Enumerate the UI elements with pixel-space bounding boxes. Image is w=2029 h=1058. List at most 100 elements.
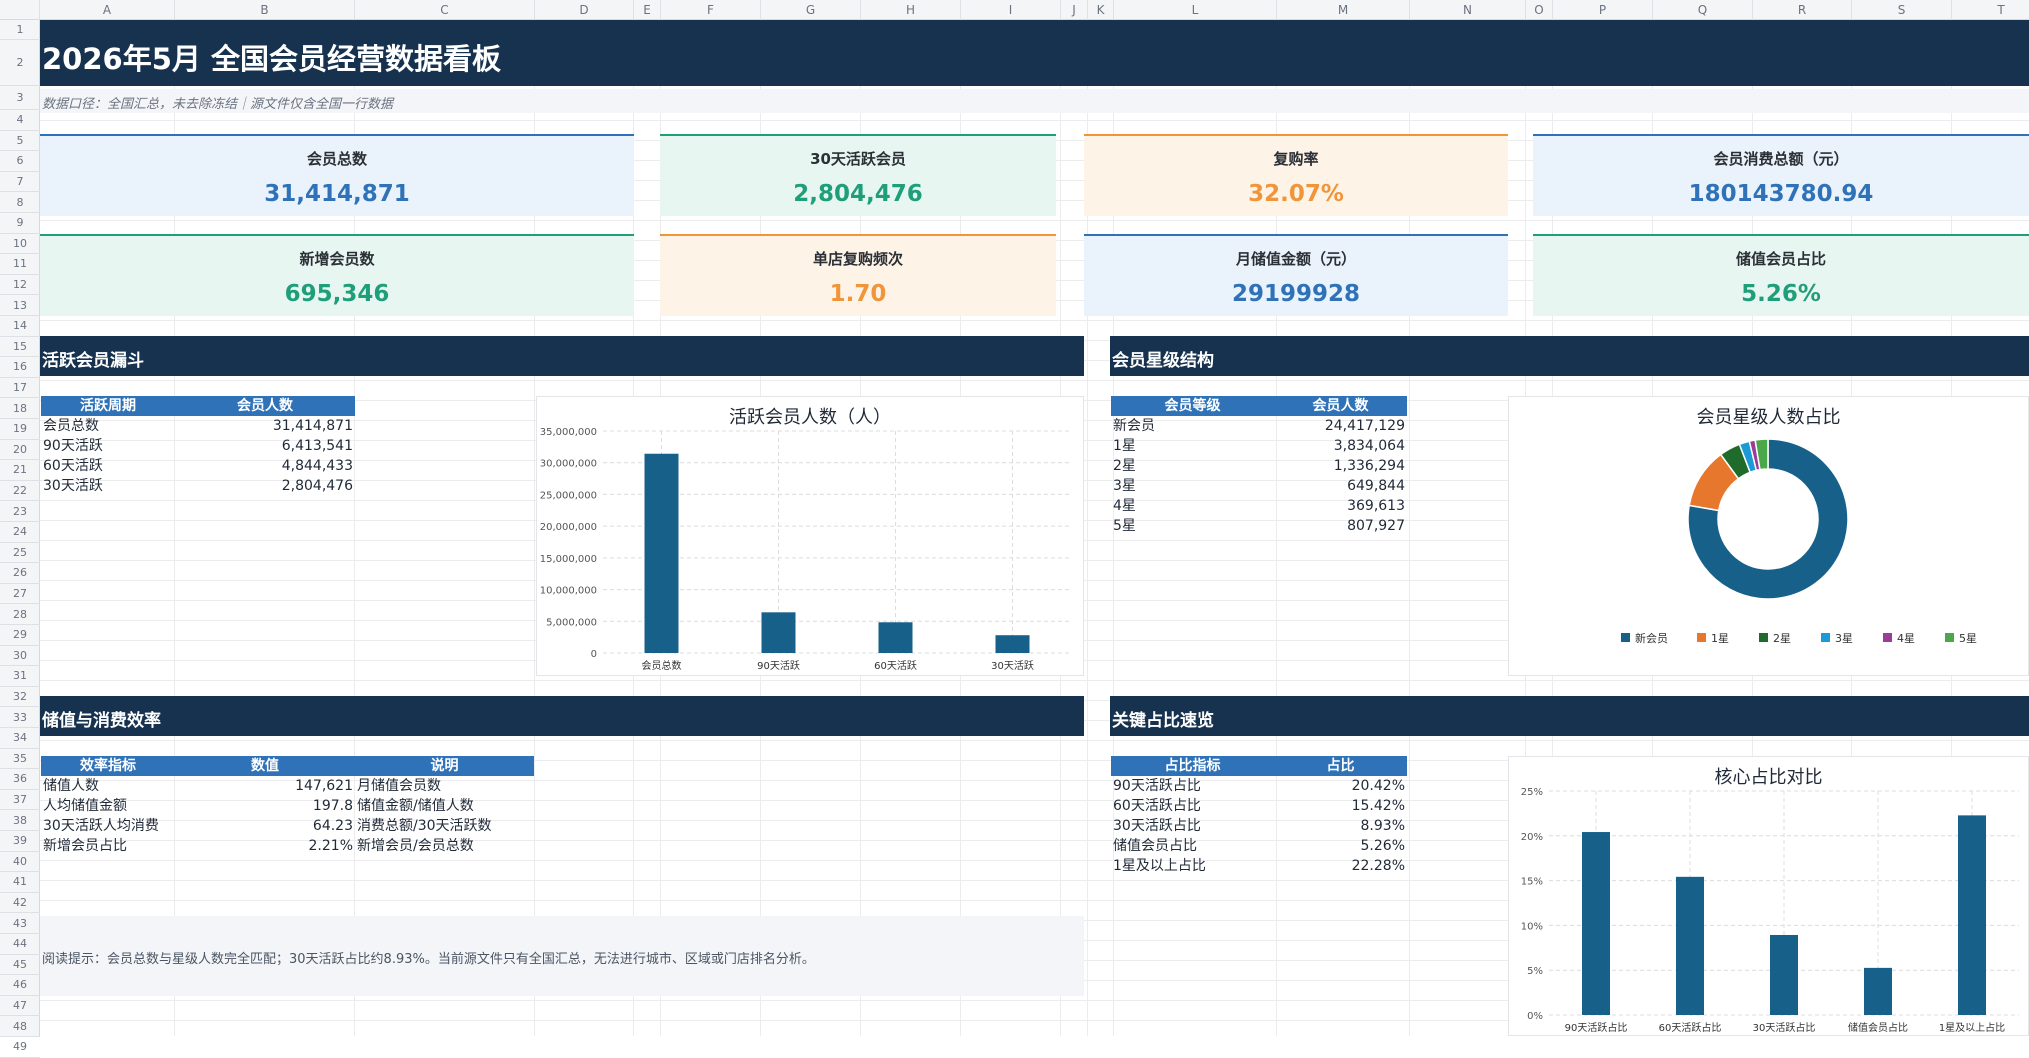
- row-header-8[interactable]: 8: [0, 192, 40, 213]
- column-header-q[interactable]: Q: [1653, 0, 1753, 20]
- bar[interactable]: [761, 612, 796, 653]
- row-header-11[interactable]: 11: [0, 254, 40, 275]
- row-header-30[interactable]: 30: [0, 646, 40, 667]
- table-row[interactable]: 人均储值金额 197.8 储值金额/储值人数: [41, 796, 534, 816]
- column-header-p[interactable]: P: [1553, 0, 1653, 20]
- table-row[interactable]: 会员总数 31,414,871: [41, 416, 355, 436]
- table-row[interactable]: 新会员 24,417,129: [1111, 416, 1407, 436]
- select-all-corner[interactable]: [0, 0, 40, 20]
- row-header-24[interactable]: 24: [0, 522, 40, 543]
- column-header-b[interactable]: B: [175, 0, 355, 20]
- row-header-15[interactable]: 15: [0, 337, 40, 358]
- row-header-41[interactable]: 41: [0, 872, 40, 893]
- bar[interactable]: [995, 635, 1030, 653]
- bar[interactable]: [1770, 934, 1798, 1015]
- column-header-l[interactable]: L: [1114, 0, 1277, 20]
- table-row[interactable]: 储值人数 147,621 月储值会员数: [41, 776, 534, 796]
- bar[interactable]: [1864, 967, 1892, 1015]
- column-header-h[interactable]: H: [861, 0, 961, 20]
- table-row[interactable]: 4星 369,613: [1111, 496, 1407, 516]
- table-row[interactable]: 储值会员占比 5.26%: [1111, 836, 1407, 856]
- row-header-9[interactable]: 9: [0, 213, 40, 234]
- row-header-10[interactable]: 10: [0, 234, 40, 255]
- column-header-t[interactable]: T: [1952, 0, 2029, 20]
- table-row[interactable]: 1星 3,834,064: [1111, 436, 1407, 456]
- row-header-33[interactable]: 33: [0, 707, 40, 728]
- row-header-19[interactable]: 19: [0, 419, 40, 440]
- row-header-37[interactable]: 37: [0, 790, 40, 811]
- column-header-r[interactable]: R: [1753, 0, 1852, 20]
- table-row[interactable]: 2星 1,336,294: [1111, 456, 1407, 476]
- funnel-chart[interactable]: 活跃会员人数（人） 0 5,000,000 10,000,000 15,000,000…: [536, 396, 1084, 676]
- row-header-6[interactable]: 6: [0, 151, 40, 172]
- column-header-j[interactable]: J: [1061, 0, 1088, 20]
- row-header-18[interactable]: 18: [0, 398, 40, 419]
- row-header-49[interactable]: 49: [0, 1037, 40, 1058]
- row-header-35[interactable]: 35: [0, 749, 40, 770]
- column-header-g[interactable]: G: [761, 0, 861, 20]
- row-header-12[interactable]: 12: [0, 275, 40, 296]
- row-header-23[interactable]: 23: [0, 501, 40, 522]
- row-header-34[interactable]: 34: [0, 728, 40, 749]
- row-header-25[interactable]: 25: [0, 543, 40, 564]
- bar[interactable]: [1958, 815, 1986, 1015]
- row-header-42[interactable]: 42: [0, 893, 40, 914]
- bar[interactable]: [644, 453, 679, 653]
- column-header-n[interactable]: N: [1410, 0, 1526, 20]
- table-row[interactable]: 60天活跃占比 15.42%: [1111, 796, 1407, 816]
- star-pie-chart[interactable]: 会员星级人数占比 新会员 1星 2星 3星 4星 5星: [1508, 396, 2029, 676]
- row-header-31[interactable]: 31: [0, 666, 40, 687]
- table-row[interactable]: 30天活跃占比 8.93%: [1111, 816, 1407, 836]
- bar[interactable]: [1582, 832, 1610, 1015]
- row-header-3[interactable]: 3: [0, 86, 40, 110]
- row-header-46[interactable]: 46: [0, 975, 40, 996]
- table-row[interactable]: 新增会员占比 2.21% 新增会员/会员总数: [41, 836, 534, 856]
- row-header-28[interactable]: 28: [0, 604, 40, 625]
- column-header-f[interactable]: F: [661, 0, 761, 20]
- bar[interactable]: [1676, 876, 1704, 1015]
- table-row[interactable]: 1星及以上占比 22.28%: [1111, 856, 1407, 876]
- row-header-4[interactable]: 4: [0, 110, 40, 131]
- row-header-48[interactable]: 48: [0, 1016, 40, 1037]
- row-header-26[interactable]: 26: [0, 563, 40, 584]
- table-row[interactable]: 90天活跃占比 20.42%: [1111, 776, 1407, 796]
- table-row[interactable]: 90天活跃 6,413,541: [41, 436, 355, 456]
- table-row[interactable]: 30天活跃人均消费 64.23 消费总额/30天活跃数: [41, 816, 534, 836]
- row-header-40[interactable]: 40: [0, 852, 40, 873]
- column-header-s[interactable]: S: [1852, 0, 1952, 20]
- column-header-i[interactable]: I: [961, 0, 1061, 20]
- table-row[interactable]: 5星 807,927: [1111, 516, 1407, 536]
- row-header-7[interactable]: 7: [0, 172, 40, 193]
- column-header-m[interactable]: M: [1277, 0, 1410, 20]
- row-header-43[interactable]: 43: [0, 913, 40, 934]
- row-header-5[interactable]: 5: [0, 131, 40, 152]
- row-header-29[interactable]: 29: [0, 625, 40, 646]
- row-header-47[interactable]: 47: [0, 996, 40, 1017]
- column-header-e[interactable]: E: [634, 0, 661, 20]
- column-header-c[interactable]: C: [355, 0, 535, 20]
- row-header-21[interactable]: 21: [0, 460, 40, 481]
- row-header-36[interactable]: 36: [0, 769, 40, 790]
- column-header-k[interactable]: K: [1088, 0, 1114, 20]
- row-header-17[interactable]: 17: [0, 378, 40, 399]
- table-row[interactable]: 30天活跃 2,804,476: [41, 476, 355, 496]
- table-row[interactable]: 60天活跃 4,844,433: [41, 456, 355, 476]
- column-header-d[interactable]: D: [535, 0, 634, 20]
- row-header-27[interactable]: 27: [0, 584, 40, 605]
- row-header-1[interactable]: 1: [0, 20, 40, 40]
- row-header-16[interactable]: 16: [0, 357, 40, 378]
- row-header-14[interactable]: 14: [0, 316, 40, 337]
- table-row[interactable]: 3星 649,844: [1111, 476, 1407, 496]
- row-header-2[interactable]: 2: [0, 40, 40, 86]
- column-header-o[interactable]: O: [1526, 0, 1553, 20]
- row-header-32[interactable]: 32: [0, 687, 40, 708]
- ratio-chart[interactable]: 核心占比对比 0% 5% 10% 15% 20% 25% 90天活跃占比 60天活跃占比 30天…: [1508, 756, 2029, 1036]
- row-header-44[interactable]: 44: [0, 934, 40, 955]
- row-header-22[interactable]: 22: [0, 481, 40, 502]
- bar[interactable]: [878, 622, 913, 653]
- column-header-a[interactable]: A: [40, 0, 175, 20]
- row-header-20[interactable]: 20: [0, 440, 40, 461]
- row-header-45[interactable]: 45: [0, 955, 40, 976]
- row-header-39[interactable]: 39: [0, 831, 40, 852]
- row-header-38[interactable]: 38: [0, 810, 40, 831]
